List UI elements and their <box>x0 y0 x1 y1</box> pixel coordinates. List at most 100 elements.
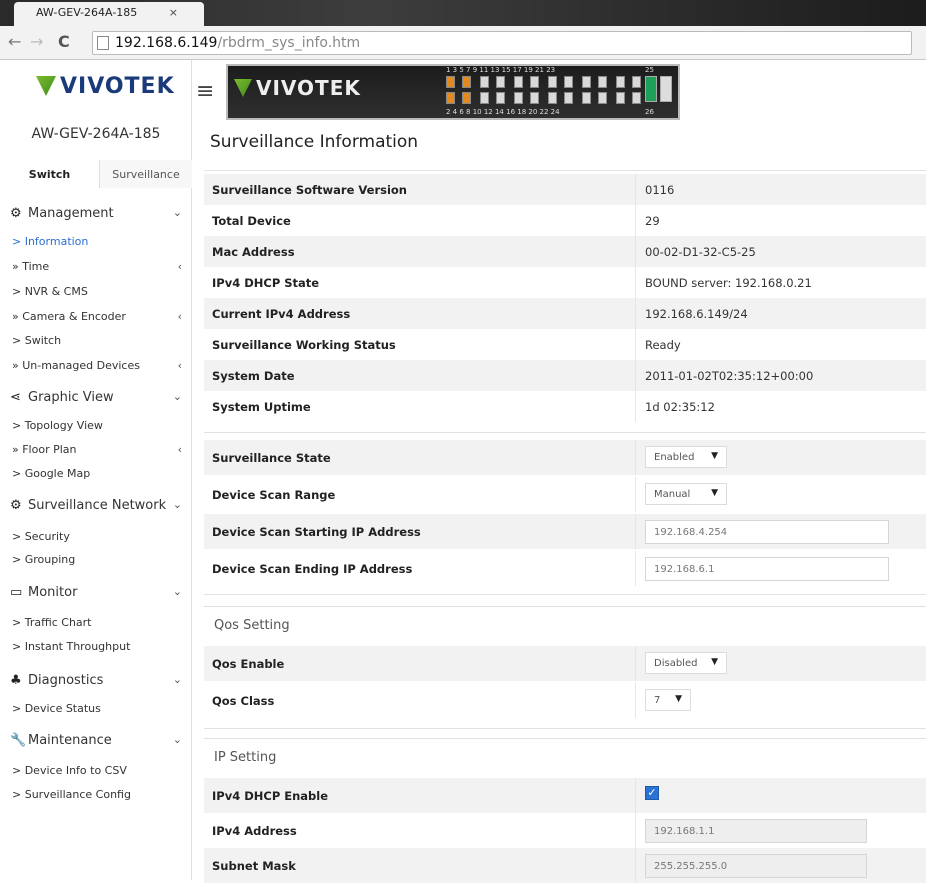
menu-item-switch[interactable]: > Switch <box>12 330 190 352</box>
vivotek-logo[interactable]: VIVOTEK <box>36 72 175 100</box>
switch-port[interactable] <box>548 92 557 104</box>
hamburger-menu-icon[interactable]: ≡ <box>196 79 214 104</box>
surveillance-state-select[interactable]: Enabled ▼ <box>645 446 727 468</box>
menu-item-label: » Un-managed Devices <box>12 359 140 372</box>
info-row: Surveillance Working Status Ready <box>204 329 926 360</box>
menu-item-security[interactable]: > Security <box>12 526 190 548</box>
menu-group-management[interactable]: ⚙ Management ⌄ <box>0 198 192 228</box>
url-host: 192.168.6.149 <box>115 35 218 51</box>
switch-port[interactable] <box>446 92 455 104</box>
device-scan-range-select[interactable]: Manual ▼ <box>645 483 727 505</box>
browser-tab[interactable]: AW-GEV-264A-185 × <box>14 2 204 26</box>
switch-port[interactable] <box>462 76 471 88</box>
switch-port[interactable] <box>496 92 505 104</box>
qos-class-select[interactable]: 7 ▼ <box>645 689 691 711</box>
tab-surveillance[interactable]: Surveillance <box>100 160 192 188</box>
menu-item-floor-plan[interactable]: » Floor Plan ‹ <box>12 439 190 461</box>
switch-port[interactable] <box>582 76 591 88</box>
row-label: Subnet Mask <box>204 848 636 883</box>
menu-group-graphic-view[interactable]: ⋖ Graphic View ⌄ <box>0 382 192 412</box>
select-value: Enabled <box>654 452 695 463</box>
back-icon[interactable]: ← <box>8 34 21 50</box>
menu-item-traffic-chart[interactable]: > Traffic Chart <box>12 612 190 634</box>
switch-port[interactable] <box>480 92 489 104</box>
chevron-down-icon: ⌄ <box>172 733 182 746</box>
switch-port[interactable] <box>530 92 539 104</box>
menu-item-information[interactable]: > Information <box>12 231 190 253</box>
row-value: 192.168.4.254 <box>637 514 926 549</box>
menu-item-label: > Security <box>12 530 70 543</box>
menu-item-grouping[interactable]: > Grouping <box>12 549 190 571</box>
switch-port[interactable] <box>582 92 591 104</box>
scan-end-ip-input[interactable]: 192.168.6.1 <box>645 557 889 581</box>
row-label: System Date <box>204 360 636 391</box>
switch-port[interactable] <box>598 92 607 104</box>
menu-item-nvr-cms[interactable]: > NVR & CMS <box>12 281 190 303</box>
menu-group-diagnostics[interactable]: ♣ Diagnostics ⌄ <box>0 665 192 695</box>
switch-port[interactable] <box>564 76 573 88</box>
subnet-mask-input[interactable]: 255.255.255.0 <box>645 854 867 878</box>
switch-port[interactable] <box>548 76 557 88</box>
ipv4-address-input[interactable]: 192.168.1.1 <box>645 819 867 843</box>
wrench-icon: 🔧 <box>10 733 27 748</box>
port-labels-top: 1 3 5 7 9 11 13 15 17 19 21 23 <box>446 66 556 74</box>
menu-item-label: > Switch <box>12 334 62 347</box>
browser-chrome: AW-GEV-264A-185 × ← → C 192.168.6.149/rb… <box>0 0 926 60</box>
row-value: Ready <box>645 338 681 352</box>
reload-icon[interactable]: C <box>58 34 70 50</box>
tab-close-icon[interactable]: × <box>169 6 178 19</box>
menu-group-maintenance[interactable]: 🔧 Maintenance ⌄ <box>0 725 192 755</box>
switch-port[interactable] <box>496 76 505 88</box>
row-label: Device Scan Ending IP Address <box>204 551 636 586</box>
row-label: Surveillance State <box>204 440 636 475</box>
switch-port[interactable] <box>564 92 573 104</box>
tab-switch[interactable]: Switch <box>0 160 100 188</box>
row-value: BOUND server: 192.168.0.21 <box>645 276 812 290</box>
switch-port[interactable] <box>462 92 471 104</box>
switch-port[interactable] <box>598 76 607 88</box>
switch-port[interactable] <box>446 76 455 88</box>
info-row: System Uptime 1d 02:35:12 <box>204 391 926 422</box>
chevron-left-icon: ‹ <box>177 310 182 323</box>
switch-port[interactable] <box>616 92 625 104</box>
row-value: 192.168.6.1 <box>637 551 926 586</box>
menu-group-surveillance-network[interactable]: ⚙ Surveillance Network ⌄ <box>0 490 192 520</box>
menu-item-device-status[interactable]: > Device Status <box>12 698 190 720</box>
sfp-port-25[interactable] <box>645 76 657 102</box>
address-bar[interactable]: 192.168.6.149/rbdrm_sys_info.htm <box>92 31 912 55</box>
menu-item-camera-encoder[interactable]: » Camera & Encoder ‹ <box>12 306 190 328</box>
switch-port[interactable] <box>616 76 625 88</box>
switch-port[interactable] <box>480 76 489 88</box>
switch-port[interactable] <box>530 76 539 88</box>
menu-item-topology-view[interactable]: > Topology View <box>12 415 190 437</box>
menu-item-surveillance-config[interactable]: > Surveillance Config <box>12 784 190 806</box>
switch-port[interactable] <box>514 76 523 88</box>
qos-enable-select[interactable]: Disabled ▼ <box>645 652 727 674</box>
switch-port[interactable] <box>632 76 641 88</box>
qos-section-title: Qos Setting <box>204 606 926 642</box>
port-row-bottom <box>446 92 646 106</box>
menu-group-monitor[interactable]: ▭ Monitor ⌄ <box>0 577 192 607</box>
menu-group-label: Diagnostics <box>28 673 104 688</box>
forward-icon[interactable]: → <box>30 34 43 50</box>
info-row: Surveillance Software Version 0116 <box>204 174 926 205</box>
qos-class-row: Qos Class 7 ▼ <box>204 683 926 718</box>
switch-port[interactable] <box>514 92 523 104</box>
sfp-port-26[interactable] <box>660 76 672 102</box>
menu-item-time[interactable]: » Time ‹ <box>12 256 190 278</box>
info-row: IPv4 DHCP State BOUND server: 192.168.0.… <box>204 267 926 298</box>
menu-item-google-map[interactable]: > Google Map <box>12 463 190 485</box>
row-value: Manual ▼ <box>637 477 926 512</box>
sitemap-icon: ♣ <box>10 673 22 688</box>
menu-item-instant-throughput[interactable]: > Instant Throughput <box>12 636 190 658</box>
row-label: System Uptime <box>204 391 636 422</box>
dhcp-enable-checkbox[interactable]: ✓ <box>645 786 659 800</box>
menu-item-unmanaged-devices[interactable]: » Un-managed Devices ‹ <box>12 355 190 377</box>
divider <box>204 594 926 595</box>
switch-port[interactable] <box>632 92 641 104</box>
divider <box>204 432 926 433</box>
menu-item-device-info-csv[interactable]: > Device Info to CSV <box>12 760 190 782</box>
chevron-down-icon: ⌄ <box>172 390 182 403</box>
row-value: 7 ▼ <box>637 683 926 718</box>
scan-start-ip-input[interactable]: 192.168.4.254 <box>645 520 889 544</box>
